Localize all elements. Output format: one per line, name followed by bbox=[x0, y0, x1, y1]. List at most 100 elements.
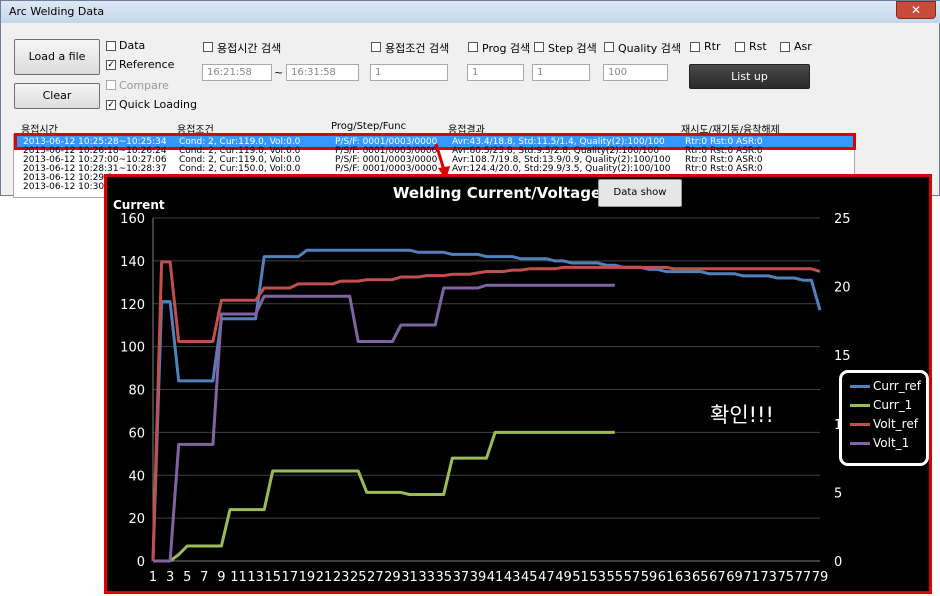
x-tick-label: 35 bbox=[435, 570, 452, 585]
cell-prog: P/S/F: 0001/0003/0000 bbox=[335, 164, 438, 174]
x-tick-label: 75 bbox=[778, 570, 795, 585]
y-tick-label: 20 bbox=[128, 512, 145, 527]
y-tick-label: 160 bbox=[120, 212, 145, 227]
x-tick-label: 73 bbox=[760, 570, 777, 585]
x-tick-label: 1 bbox=[149, 570, 157, 585]
x-tick-label: 71 bbox=[743, 570, 760, 585]
x-tick-label: 11 bbox=[230, 570, 247, 585]
legend-item: Curr_ref bbox=[850, 379, 921, 397]
legend-item: Volt_ref bbox=[850, 417, 918, 435]
cell-time: 2013-06-12 10:26:18~10:26:24 bbox=[23, 146, 167, 156]
cell-retry: Rtr:0 Rst:0 ASR:0 bbox=[685, 164, 763, 174]
x-tick-label: 59 bbox=[641, 570, 658, 585]
y2-tick-label: 25 bbox=[834, 212, 851, 227]
quick-loading-label: Quick Loading bbox=[119, 98, 197, 111]
y-tick-label: 120 bbox=[120, 298, 145, 313]
x-tick-label: 61 bbox=[658, 570, 675, 585]
load-file-button[interactable]: Load a file bbox=[14, 39, 100, 75]
y2-tick-label: 15 bbox=[834, 349, 851, 364]
cell-time: 2013-06-12 10:28:31~10:28:37 bbox=[23, 164, 167, 174]
time-to-input[interactable]: 16:31:58 bbox=[286, 64, 359, 81]
x-tick-label: 55 bbox=[606, 570, 623, 585]
x-tick-label: 67 bbox=[709, 570, 726, 585]
series-line-volt-1 bbox=[153, 283, 615, 563]
x-tick-label: 41 bbox=[487, 570, 504, 585]
cell-retry: Rtr:0 Rst:0 ASR:0 bbox=[685, 155, 763, 165]
reference-checkbox[interactable]: ✓ bbox=[106, 60, 116, 70]
quality-search-checkbox[interactable] bbox=[604, 42, 614, 52]
col-header-prog[interactable]: Prog/Step/Func bbox=[331, 121, 406, 132]
cond-input[interactable]: 1 bbox=[370, 64, 448, 81]
time-search-checkbox[interactable] bbox=[203, 42, 213, 52]
close-icon[interactable]: ✕ bbox=[896, 1, 936, 19]
quality-search-label: Quality 검색 bbox=[618, 42, 682, 55]
clear-button[interactable]: Clear bbox=[14, 83, 100, 109]
cell-result: Avr:60.5/23.8, Std:9.5/2.8, Quality(2):1… bbox=[452, 146, 660, 156]
cell-time: 2013-06-12 10:25:28~10:25:34 bbox=[23, 137, 167, 147]
y-tick-label: 100 bbox=[120, 341, 145, 356]
legend-swatch bbox=[850, 442, 870, 445]
legend-item: Curr_1 bbox=[850, 398, 912, 416]
cell-cond: Cond: 2, Cur:119.0, Vol:0.0 bbox=[179, 155, 301, 165]
x-tick-label: 53 bbox=[589, 570, 606, 585]
cell-retry: Rtr:0 Rst:0 ASR:0 bbox=[685, 146, 763, 156]
y-tick-label: 140 bbox=[120, 255, 145, 270]
x-tick-label: 27 bbox=[367, 570, 384, 585]
y2-tick-label: 20 bbox=[834, 281, 851, 296]
series-line-curr-1 bbox=[153, 430, 615, 563]
x-tick-label: 9 bbox=[217, 570, 225, 585]
x-tick-label: 29 bbox=[384, 570, 401, 585]
x-tick-label: 51 bbox=[572, 570, 589, 585]
list-up-button[interactable]: List up bbox=[689, 64, 810, 89]
compare-label: Compare bbox=[119, 79, 169, 92]
asr-checkbox[interactable] bbox=[780, 42, 790, 52]
cell-cond: Cond: 2, Cur:119.0, Vol:0.0 bbox=[179, 146, 301, 156]
x-tick-label: 17 bbox=[282, 570, 299, 585]
data-label: Data bbox=[119, 39, 146, 52]
quick-loading-checkbox[interactable]: ✓ bbox=[106, 100, 116, 110]
y-tick-label: 80 bbox=[128, 384, 145, 399]
cond-search-checkbox[interactable] bbox=[371, 42, 381, 52]
x-tick-label: 57 bbox=[624, 570, 641, 585]
cell-time: 2013-06-12 10:27:00~10:27:06 bbox=[23, 155, 167, 165]
x-tick-label: 21 bbox=[316, 570, 333, 585]
cell-prog: P/S/F: 0001/0003/0000 bbox=[335, 146, 438, 156]
y2-tick-label: 0 bbox=[834, 555, 842, 570]
rst-checkbox[interactable] bbox=[735, 42, 745, 52]
step-search-checkbox[interactable] bbox=[534, 42, 544, 52]
y-axis-label: Current bbox=[113, 198, 165, 212]
x-tick-label: 3 bbox=[166, 570, 174, 585]
data-show-button[interactable]: Data show bbox=[598, 179, 682, 207]
prog-search-checkbox[interactable] bbox=[468, 42, 478, 52]
time-from-input[interactable]: 16:21:58 bbox=[202, 64, 272, 81]
cell-time: 2013-06-12 10:29:1 bbox=[23, 173, 113, 183]
legend-label: Volt_ref bbox=[873, 417, 918, 431]
legend-label: Curr_1 bbox=[873, 398, 913, 412]
x-tick-label: 25 bbox=[350, 570, 367, 585]
x-tick-label: 19 bbox=[299, 570, 316, 585]
compare-checkbox[interactable] bbox=[106, 80, 116, 90]
legend-label: Volt_1 bbox=[873, 436, 910, 450]
step-search-label: Step 검색 bbox=[548, 42, 597, 55]
x-tick-label: 15 bbox=[264, 570, 281, 585]
prog-input[interactable]: 1 bbox=[467, 64, 524, 81]
legend-swatch bbox=[850, 385, 870, 388]
legend-swatch bbox=[850, 404, 870, 407]
cell-cond: Cond: 2, Cur:150.0, Vol:0.0 bbox=[179, 164, 301, 174]
chart-title: Welding Current/Voltage bbox=[393, 184, 601, 202]
data-checkbox[interactable] bbox=[106, 41, 116, 51]
x-tick-label: 45 bbox=[521, 570, 538, 585]
cell-prog: P/S/F: 0001/0003/0000 bbox=[335, 137, 438, 147]
step-input[interactable]: 1 bbox=[532, 64, 590, 81]
rtr-checkbox[interactable] bbox=[690, 42, 700, 52]
x-tick-label: 77 bbox=[795, 570, 812, 585]
chart-svg: Welding Current/Voltage Current 0 20 40 60 8… bbox=[113, 184, 851, 585]
x-tick-label: 79 bbox=[812, 570, 829, 585]
x-tick-label: 49 bbox=[555, 570, 572, 585]
x-tick-label: 13 bbox=[247, 570, 264, 585]
time-search-label: 용접시간 검색 bbox=[217, 42, 282, 55]
quality-input[interactable]: 100 bbox=[603, 64, 668, 81]
window-title: Arc Welding Data bbox=[9, 5, 105, 18]
cell-retry: Rtr:0 Rst:0 ASR:0 bbox=[685, 137, 763, 147]
x-tick-label: 5 bbox=[183, 570, 191, 585]
